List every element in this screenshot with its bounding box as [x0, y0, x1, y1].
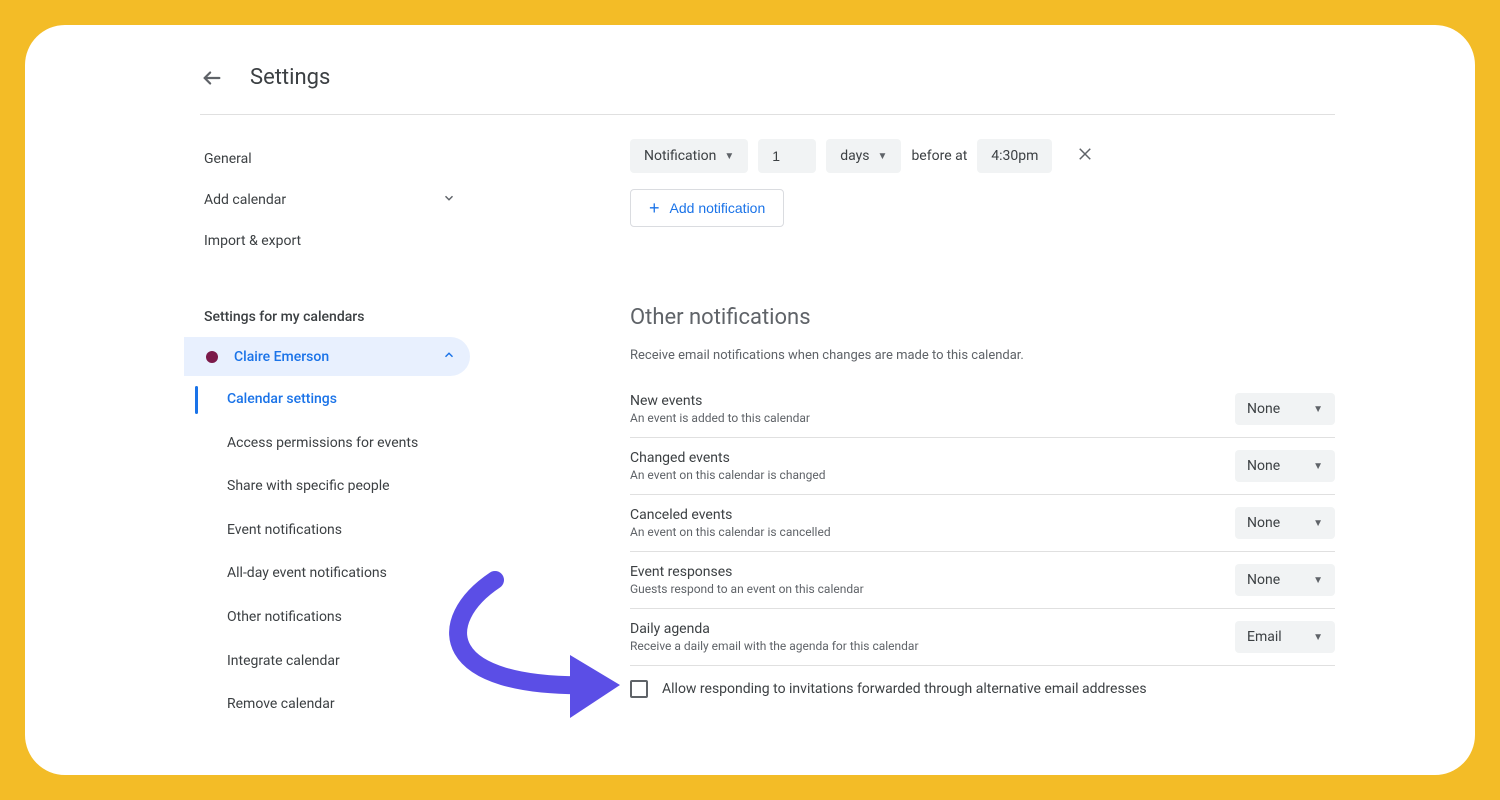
sidebar-item-add-calendar[interactable]: Add calendar — [190, 179, 470, 221]
row-desc: An event is added to this calendar — [630, 411, 810, 425]
sidebar-sub-integrate[interactable]: Integrate calendar — [191, 640, 470, 684]
sidebar: General Add calendar Import & export Set… — [190, 139, 470, 727]
sidebar-item-general[interactable]: General — [190, 139, 470, 179]
remove-notification-icon[interactable] — [1076, 144, 1094, 168]
dropdown-triangle-icon: ▼ — [878, 151, 888, 162]
dropdown-triangle-icon: ▼ — [1313, 461, 1323, 472]
settings-header: Settings — [200, 65, 1335, 115]
dropdown-triangle-icon: ▼ — [1313, 404, 1323, 415]
notification-unit-dropdown[interactable]: days ▼ — [826, 139, 901, 173]
allow-forwarded-label: Allow responding to invitations forwarde… — [662, 681, 1147, 697]
page-title: Settings — [250, 65, 330, 90]
before-at-label: before at — [911, 148, 967, 164]
row-label: Event responses — [630, 564, 864, 580]
row-desc: Guests respond to an event on this calen… — [630, 582, 864, 596]
dropdown-triangle-icon: ▼ — [1313, 575, 1323, 586]
sidebar-sub-share[interactable]: Share with specific people — [191, 465, 470, 509]
other-notifications-heading: Other notifications — [630, 305, 1335, 330]
notification-amount-input[interactable] — [758, 139, 816, 173]
table-row: Event responses Guests respond to an eve… — [630, 552, 1335, 609]
sidebar-add-calendar-label: Add calendar — [204, 192, 286, 208]
sidebar-section-title: Settings for my calendars — [190, 297, 470, 337]
sidebar-sub-event-notifications[interactable]: Event notifications — [191, 509, 470, 553]
row-label: Daily agenda — [630, 621, 919, 637]
add-notification-label: Add notification — [670, 200, 766, 216]
add-notification-button[interactable]: + Add notification — [630, 189, 784, 227]
row-label: Changed events — [630, 450, 825, 466]
row-desc: An event on this calendar is cancelled — [630, 525, 831, 539]
dropdown-triangle-icon: ▼ — [724, 151, 734, 162]
sidebar-calendar-item[interactable]: Claire Emerson — [184, 337, 470, 376]
table-row: Canceled events An event on this calenda… — [630, 495, 1335, 552]
row-value-dropdown[interactable]: None ▼ — [1235, 564, 1335, 596]
row-value: None — [1247, 572, 1280, 588]
sidebar-sub-allday-notifications[interactable]: All-day event notifications — [191, 552, 470, 596]
table-row: New events An event is added to this cal… — [630, 381, 1335, 438]
other-notifications-desc: Receive email notifications when changes… — [630, 348, 1335, 363]
row-value-dropdown[interactable]: None ▼ — [1235, 393, 1335, 425]
row-value-dropdown[interactable]: None ▼ — [1235, 450, 1335, 482]
back-arrow-icon[interactable] — [200, 66, 224, 90]
sidebar-sub-other-notifications[interactable]: Other notifications — [191, 596, 470, 640]
dropdown-triangle-icon: ▼ — [1313, 632, 1323, 643]
row-label: New events — [630, 393, 810, 409]
sidebar-sub-remove[interactable]: Remove calendar — [191, 683, 470, 727]
notification-method-label: Notification — [644, 148, 716, 164]
other-notifications-table: New events An event is added to this cal… — [630, 381, 1335, 666]
table-row: Changed events An event on this calendar… — [630, 438, 1335, 495]
checkbox-icon[interactable] — [630, 680, 648, 698]
allow-forwarded-checkbox-row[interactable]: Allow responding to invitations forwarde… — [630, 666, 1335, 712]
notification-amount-field[interactable] — [772, 148, 802, 164]
table-row: Daily agenda Receive a daily email with … — [630, 609, 1335, 666]
notification-method-dropdown[interactable]: Notification ▼ — [630, 139, 748, 173]
calendar-color-dot — [206, 351, 218, 363]
row-desc: An event on this calendar is changed — [630, 468, 825, 482]
notification-config-row: Notification ▼ days ▼ before at 4:30pm — [630, 139, 1335, 173]
row-desc: Receive a daily email with the agenda fo… — [630, 639, 919, 653]
sidebar-sub-calendar-settings[interactable]: Calendar settings — [191, 378, 470, 422]
notification-time-input[interactable]: 4:30pm — [977, 139, 1052, 173]
row-value: None — [1247, 458, 1280, 474]
row-value: None — [1247, 515, 1280, 531]
sidebar-item-import-export[interactable]: Import & export — [190, 221, 470, 261]
chevron-down-icon — [442, 191, 456, 209]
chevron-up-icon — [442, 347, 456, 366]
calendar-name: Claire Emerson — [234, 349, 329, 365]
main-content: Notification ▼ days ▼ before at 4:30pm — [470, 139, 1335, 727]
sidebar-sub-access-permissions[interactable]: Access permissions for events — [191, 422, 470, 466]
row-value: Email — [1247, 629, 1282, 645]
row-label: Canceled events — [630, 507, 831, 523]
notification-unit-label: days — [840, 148, 869, 164]
row-value-dropdown[interactable]: None ▼ — [1235, 507, 1335, 539]
dropdown-triangle-icon: ▼ — [1313, 518, 1323, 529]
plus-icon: + — [649, 199, 660, 217]
row-value-dropdown[interactable]: Email ▼ — [1235, 621, 1335, 653]
notification-time-label: 4:30pm — [991, 148, 1038, 164]
row-value: None — [1247, 401, 1280, 417]
